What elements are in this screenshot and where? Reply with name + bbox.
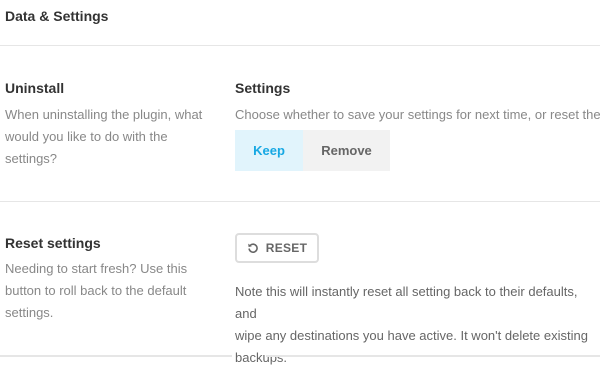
section-divider	[0, 201, 600, 202]
uninstall-description: When uninstalling the plugin, what would…	[5, 104, 202, 170]
reset-description: Needing to start fresh? Use this button …	[5, 258, 187, 324]
uninstall-description-line: would you like to do with the	[5, 129, 168, 144]
uninstall-description-line: settings?	[5, 151, 58, 166]
settings-title: Settings	[235, 80, 291, 96]
reset-description-line: button to roll back to the default	[5, 283, 187, 298]
page-title: Data & Settings	[5, 8, 109, 24]
reset-note-line: backups.	[235, 350, 288, 365]
reset-description-line: Needing to start fresh? Use this	[5, 261, 188, 276]
reset-note-line: wipe any destinations you have active. I…	[235, 328, 588, 343]
keep-button[interactable]: Keep	[235, 130, 303, 171]
uninstall-description-line: When uninstalling the plugin, what	[5, 107, 203, 122]
section-header: Data & Settings	[0, 0, 600, 46]
reset-button[interactable]: RESET	[235, 233, 319, 263]
reset-description-line: settings.	[5, 305, 54, 320]
settings-toggle-group: Keep Remove	[235, 130, 390, 171]
reset-note-line: Note this will instantly reset all setti…	[235, 284, 578, 321]
reset-button-label: RESET	[265, 241, 308, 255]
undo-icon	[247, 243, 258, 253]
settings-description: Choose whether to save your settings for…	[235, 107, 600, 122]
remove-button[interactable]: Remove	[303, 130, 390, 171]
reset-settings-title: Reset settings	[5, 235, 101, 251]
uninstall-title: Uninstall	[5, 80, 65, 96]
